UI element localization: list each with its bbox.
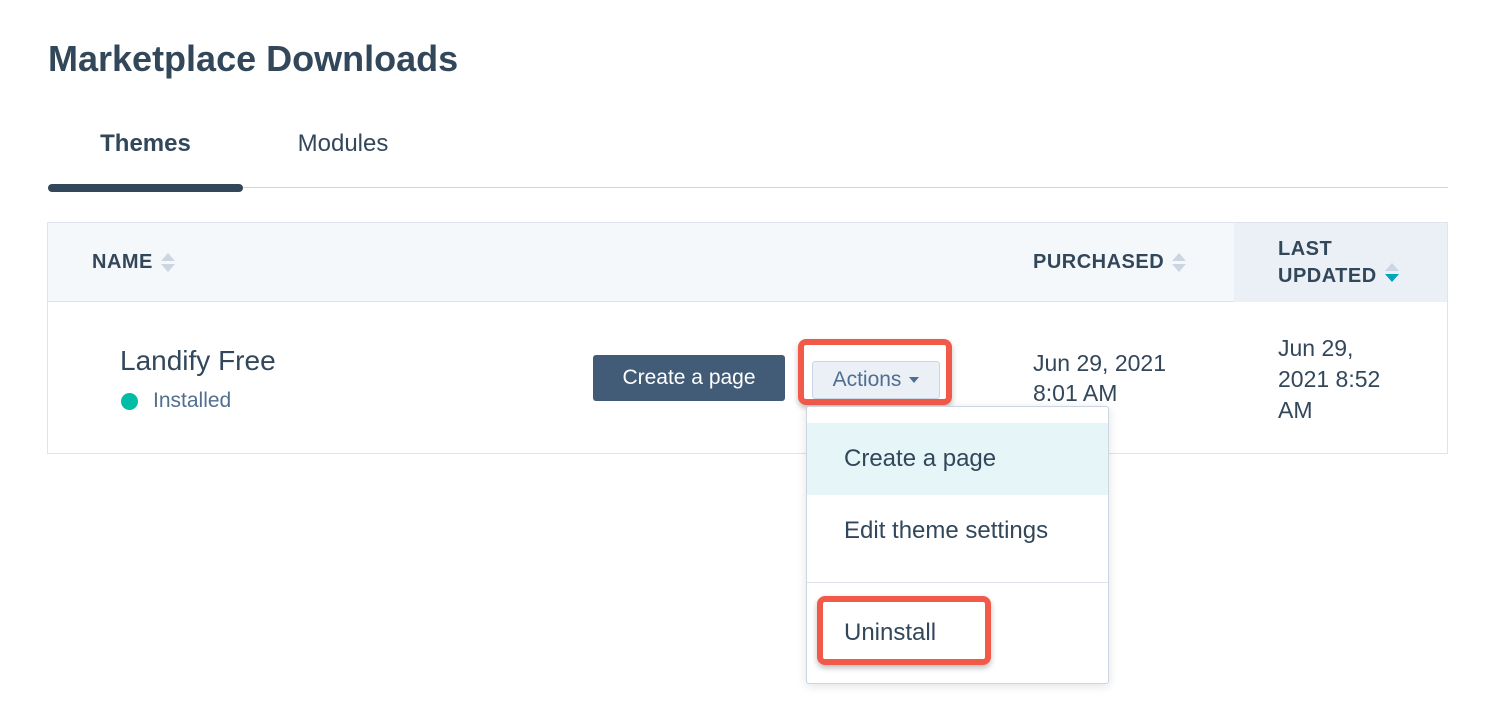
menu-item-create-page[interactable]: Create a page — [807, 423, 1108, 495]
tab-bar: Themes Modules — [48, 122, 1448, 192]
column-header-name-label: NAME — [92, 251, 153, 273]
menu-item-edit-theme-settings[interactable]: Edit theme settings — [807, 495, 1108, 567]
caret-down-icon — [909, 377, 920, 383]
column-header-purchased-label: PURCHASED — [1033, 251, 1165, 273]
last-updated-line1: Jun 29, — [1278, 335, 1354, 361]
last-updated-date: Jun 29, 2021 8:52 AM — [1278, 333, 1418, 426]
column-header-last-updated-line1: LAST — [1278, 237, 1333, 260]
purchased-date-line1: Jun 29, 2021 — [1033, 350, 1167, 376]
actions-dropdown-button[interactable]: Actions — [812, 361, 940, 399]
column-header-last-updated-line2: UPDATED — [1278, 264, 1377, 287]
column-header-purchased[interactable]: PURCHASED — [1033, 223, 1187, 302]
menu-item-uninstall[interactable]: Uninstall — [807, 597, 1108, 669]
tab-modules[interactable]: Modules — [243, 122, 443, 188]
create-page-button[interactable]: Create a page — [593, 355, 785, 401]
last-updated-line2: 2021 8:52 — [1278, 366, 1381, 392]
sort-descending-icon — [1384, 263, 1399, 282]
last-updated-line3: AM — [1278, 397, 1313, 423]
tab-modules-label: Modules — [297, 130, 389, 157]
tab-themes[interactable]: Themes — [48, 122, 243, 192]
status-badge: Installed — [121, 389, 231, 413]
themes-table: NAME PURCHASED LAST UPDATED Landify Free… — [47, 222, 1448, 454]
status-dot-icon — [121, 392, 138, 410]
table-row: Landify Free Installed Create a page Act… — [48, 303, 1447, 453]
page-title: Marketplace Downloads — [48, 38, 459, 79]
purchased-date: Jun 29, 2021 8:01 AM — [1033, 348, 1166, 408]
sort-icon — [1172, 253, 1187, 272]
column-header-last-updated[interactable]: LAST UPDATED — [1234, 223, 1447, 302]
menu-divider — [807, 582, 1108, 583]
actions-dropdown-menu: Create a page Edit theme settings Uninst… — [806, 406, 1109, 684]
column-header-name[interactable]: NAME — [92, 223, 175, 302]
table-header: NAME PURCHASED LAST UPDATED — [48, 223, 1447, 302]
actions-label: Actions — [832, 368, 902, 391]
status-label: Installed — [153, 389, 232, 412]
sort-icon — [160, 253, 175, 272]
active-tab-indicator — [48, 184, 243, 192]
tab-themes-label: Themes — [100, 130, 191, 157]
theme-name: Landify Free — [120, 345, 276, 376]
purchased-date-line2: 8:01 AM — [1033, 380, 1118, 406]
